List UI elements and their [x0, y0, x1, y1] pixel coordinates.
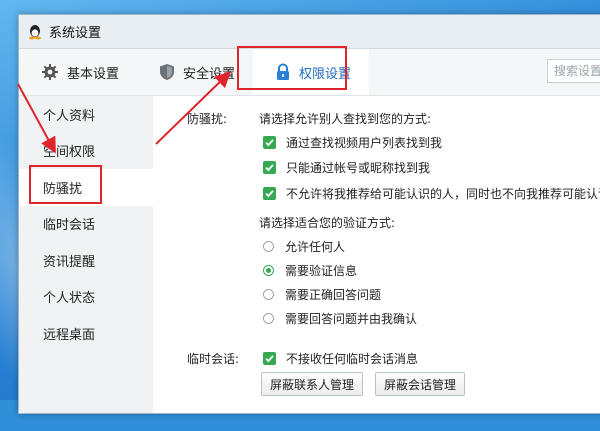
find-method-prompt: 请选择允许别人查找到您的方式: — [259, 112, 432, 126]
tab-basic-settings[interactable]: 基本设置 — [19, 49, 137, 95]
sidebar-item-label: 空间权限 — [43, 145, 96, 161]
sidebar-item-profile[interactable]: 个人资料 — [19, 96, 153, 133]
checkbox-label: 不允许将我推荐给可能认识的人，同时也不向我推荐可能认识 — [286, 187, 600, 201]
sidebar-item-news-alerts[interactable]: 资讯提醒 — [19, 242, 153, 279]
window-title: 系统设置 — [49, 26, 102, 41]
highlight-box-permission-tab — [237, 46, 347, 90]
checkbox-label: 不接收任何临时会话消息 — [286, 352, 419, 366]
title-bar: 系统设置 — [19, 15, 600, 49]
radio-label: 需要正确回答问题 — [285, 288, 382, 302]
tab-security-settings[interactable]: 安全设置 — [137, 49, 253, 95]
app-logo-icon — [27, 24, 43, 40]
find-option-account-only[interactable]: 只能通过帐号或昵称找到我 — [263, 159, 430, 176]
verify-method-prompt: 请选择适合您的验证方式: — [259, 216, 396, 230]
tab-label: 基本设置 — [67, 66, 120, 82]
settings-content: 防骚扰: 请选择允许别人查找到您的方式: 通过查找视频用户列表找到我 只能通过帐… — [153, 96, 600, 413]
checkbox-checked-icon — [263, 352, 276, 365]
block-contacts-button[interactable]: 屏蔽联系人管理 — [261, 372, 364, 396]
sidebar-item-personal-status[interactable]: 个人状态 — [19, 279, 153, 316]
block-sessions-button[interactable]: 屏蔽会话管理 — [375, 372, 466, 396]
shield-icon — [159, 63, 183, 81]
sidebar-item-label: 资讯提醒 — [43, 254, 96, 270]
sidebar-item-space-permissions[interactable]: 空间权限 — [19, 133, 153, 170]
sidebar-item-label: 个人状态 — [43, 291, 96, 307]
radio-selected-icon — [263, 265, 274, 276]
verify-option-answer-confirm[interactable]: 需要回答问题并由我确认 — [263, 310, 417, 327]
checkbox-checked-icon — [263, 136, 276, 149]
tab-label: 安全设置 — [183, 66, 236, 82]
radio-icon — [263, 289, 274, 300]
sidebar-item-label: 个人资料 — [43, 108, 96, 124]
verify-option-anyone[interactable]: 允许任何人 — [263, 238, 345, 255]
sidebar-item-remote-desktop[interactable]: 远程桌面 — [19, 315, 153, 352]
find-option-video-list[interactable]: 通过查找视频用户列表找到我 — [263, 134, 442, 151]
radio-icon — [263, 313, 274, 324]
sidebar-item-label: 远程桌面 — [43, 327, 96, 343]
checkbox-checked-icon — [263, 161, 276, 174]
radio-label: 需要验证信息 — [285, 264, 358, 278]
verify-option-need-info[interactable]: 需要验证信息 — [263, 262, 357, 279]
highlight-box-anti-harassment — [29, 165, 102, 204]
anti-harassment-section-label: 防骚扰: — [187, 112, 228, 126]
temp-session-section-label: 临时会话: — [187, 352, 240, 366]
search-input[interactable] — [547, 59, 600, 83]
find-option-no-recommend[interactable]: 不允许将我推荐给可能认识的人，同时也不向我推荐可能认识 — [263, 185, 600, 202]
checkbox-label: 通过查找视频用户列表找到我 — [286, 136, 443, 150]
temp-session-reject-option[interactable]: 不接收任何临时会话消息 — [263, 350, 418, 367]
settings-sidebar: 个人资料 空间权限 防骚扰 临时会话 资讯提醒 个人状态 远程桌面 — [19, 96, 153, 413]
sidebar-item-temp-session[interactable]: 临时会话 — [19, 206, 153, 243]
checkbox-label: 只能通过帐号或昵称找到我 — [286, 161, 431, 175]
radio-icon — [263, 241, 274, 252]
radio-label: 需要回答问题并由我确认 — [285, 312, 418, 326]
sidebar-item-label: 临时会话 — [43, 218, 96, 234]
checkbox-checked-icon — [263, 187, 276, 200]
verify-option-correct-answer[interactable]: 需要正确回答问题 — [263, 286, 381, 303]
radio-label: 允许任何人 — [285, 240, 346, 254]
gear-icon — [41, 63, 67, 81]
